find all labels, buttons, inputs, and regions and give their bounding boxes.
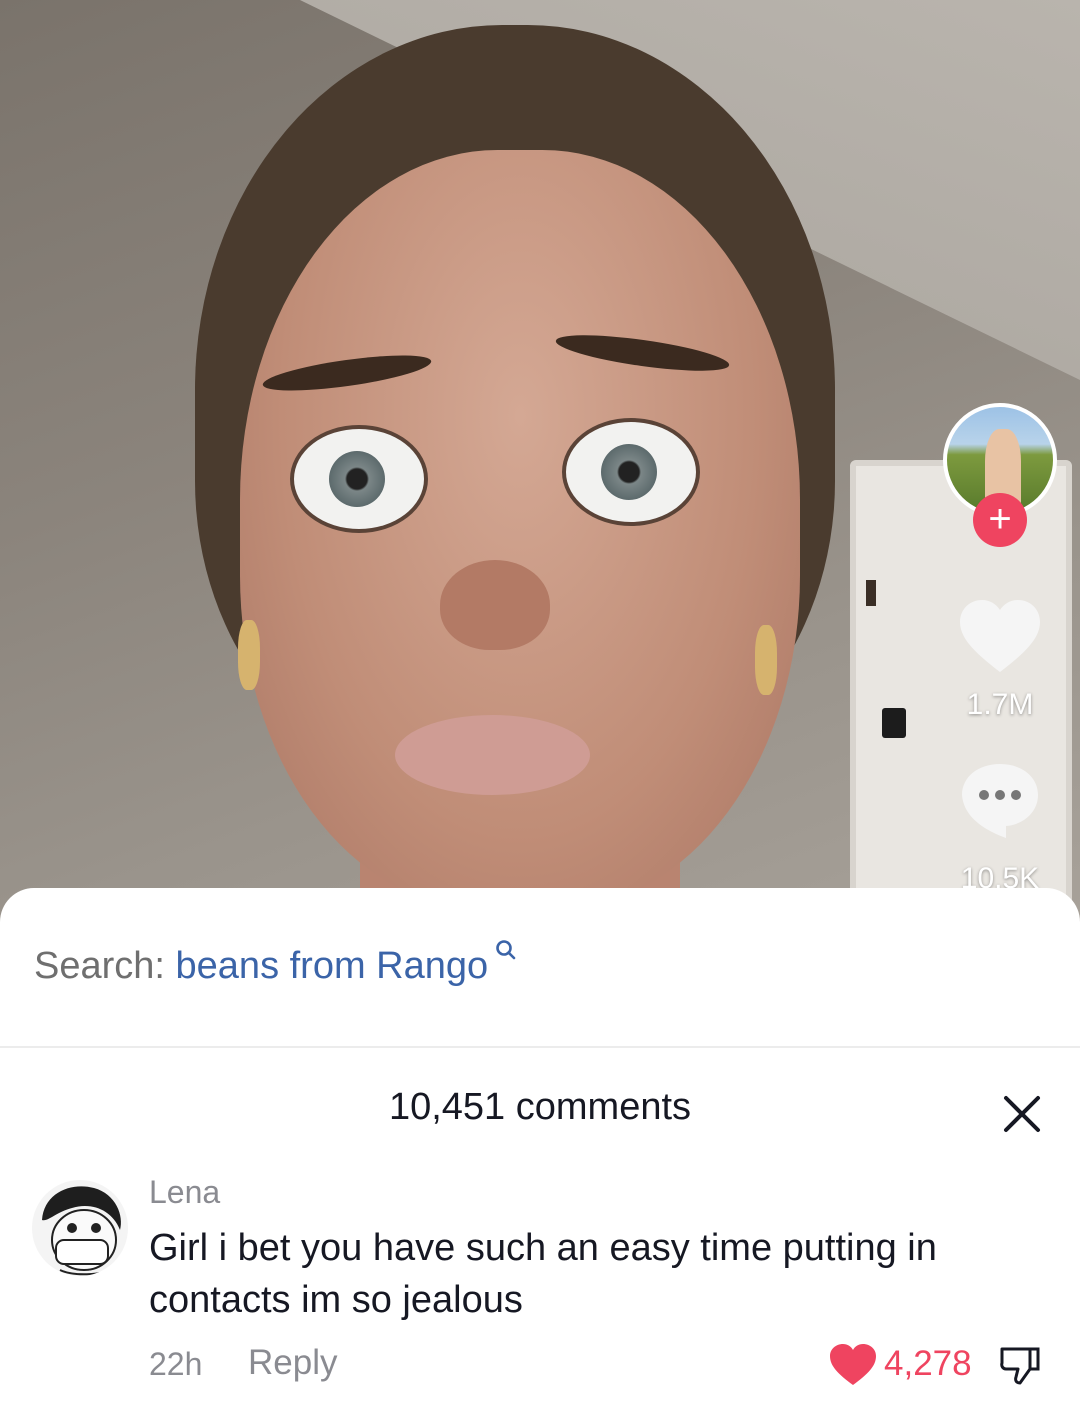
avatar-drawing [42,1186,121,1276]
like-count: 1.7M [966,688,1034,721]
comment-username[interactable]: Lena [149,1174,220,1211]
close-icon[interactable] [1000,1092,1044,1136]
comment-like-count: 4,278 [884,1344,972,1383]
search-term-link[interactable]: beans from Rango [176,945,489,987]
comment-heart-icon[interactable] [830,1344,876,1386]
search-prefix: Search: [34,945,165,987]
right-eye [562,418,700,526]
left-earring [238,620,260,690]
follow-button[interactable]: + [973,493,1027,547]
search-icon [495,940,516,960]
commenter-avatar[interactable] [32,1180,128,1276]
comment-timestamp: 22h [149,1346,203,1382]
lips [395,715,590,795]
comment-bubble-icon[interactable] [960,762,1040,840]
search-suggestion[interactable]: Search: beans from Rango [34,940,517,988]
thumbs-down-icon[interactable] [998,1343,1042,1387]
nose [440,560,550,650]
face [240,150,800,910]
heart-icon[interactable] [960,600,1040,674]
video-player[interactable] [0,0,1080,940]
comments-count-title: 10,451 comments [388,1086,692,1128]
right-earring [755,625,777,695]
door-hinge [866,580,876,606]
door-knob [882,708,906,738]
left-eye [290,425,428,533]
comment-text: Girl i bet you have such an easy time pu… [149,1227,937,1321]
divider [0,1046,1080,1048]
reply-button[interactable]: Reply [248,1343,337,1383]
